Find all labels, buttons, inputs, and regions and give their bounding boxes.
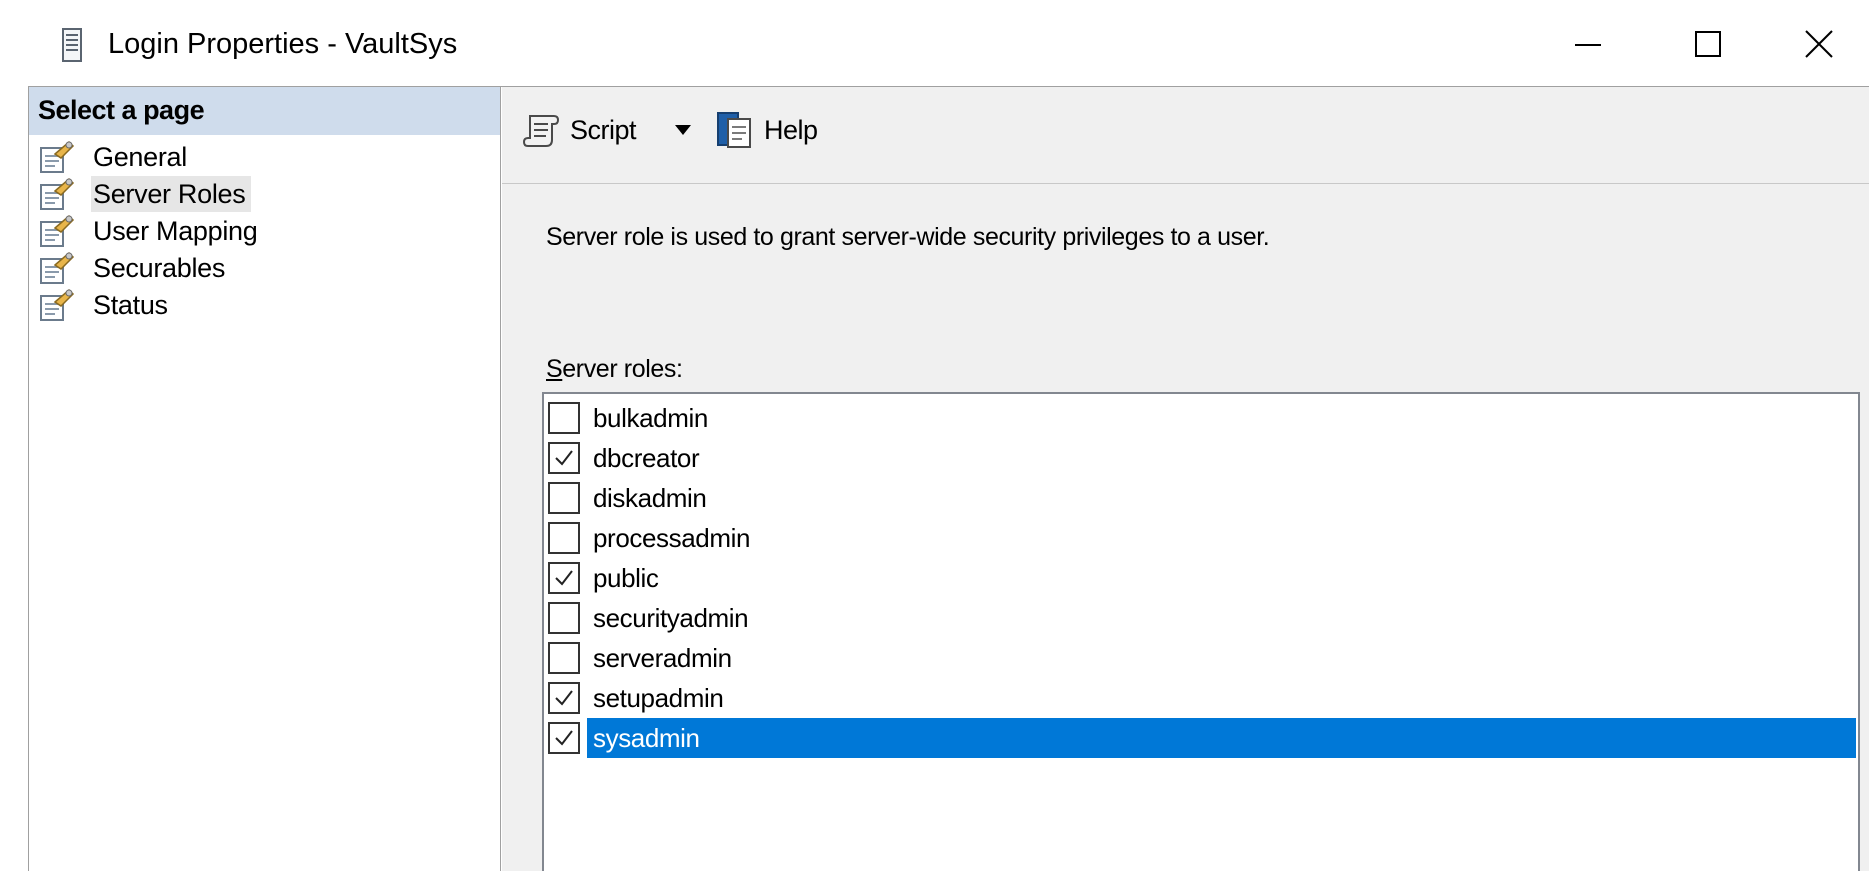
sidebar-item-securables[interactable]: Securables bbox=[39, 248, 231, 288]
role-name: processadmin bbox=[593, 523, 751, 553]
maximize-button[interactable] bbox=[1648, 0, 1768, 88]
script-button[interactable]: Script bbox=[522, 109, 637, 151]
server-roles-list[interactable]: bulkadmin dbcreator diskadmin processadm… bbox=[542, 392, 1860, 871]
role-checkbox[interactable] bbox=[548, 682, 580, 714]
role-checkbox[interactable] bbox=[548, 722, 580, 754]
roles-label-mnemonic: S bbox=[546, 355, 563, 383]
page-wrench-icon bbox=[40, 251, 75, 284]
role-item-public[interactable]: public bbox=[548, 558, 1856, 598]
chevron-down-icon bbox=[675, 125, 691, 135]
sidebar-item-server-roles[interactable]: Server Roles bbox=[39, 174, 252, 214]
role-item-dbcreator[interactable]: dbcreator bbox=[548, 438, 1856, 478]
role-checkbox[interactable] bbox=[548, 562, 580, 594]
role-checkbox[interactable] bbox=[548, 642, 580, 674]
sidebar-item-label: Status bbox=[93, 290, 168, 320]
sidebar-item-label: Securables bbox=[93, 253, 226, 283]
script-dropdown-button[interactable] bbox=[674, 119, 700, 141]
content-pane: Script Help Server role is used to grant… bbox=[502, 87, 1869, 871]
role-checkbox[interactable] bbox=[548, 602, 580, 634]
roles-label-text: erver roles: bbox=[562, 355, 683, 383]
role-name: bulkadmin bbox=[593, 403, 708, 433]
close-button[interactable] bbox=[1768, 0, 1869, 88]
role-item-securityadmin[interactable]: securityadmin bbox=[548, 598, 1856, 638]
sidebar-item-user-mapping[interactable]: User Mapping bbox=[39, 211, 263, 251]
script-label: Script bbox=[570, 114, 637, 145]
role-name: dbcreator bbox=[593, 443, 700, 473]
title-bar: Login Properties - VaultSys bbox=[0, 0, 1869, 88]
help-button[interactable]: Help bbox=[714, 109, 818, 151]
window-title: Login Properties - VaultSys bbox=[108, 28, 458, 60]
page-wrench-icon bbox=[40, 288, 75, 321]
help-label: Help bbox=[764, 114, 818, 145]
sidebar-item-label: Server Roles bbox=[91, 176, 252, 212]
role-checkbox[interactable] bbox=[548, 522, 580, 554]
page-description: Server role is used to grant server-wide… bbox=[546, 223, 1270, 251]
role-name: securityadmin bbox=[593, 603, 749, 633]
maximize-icon bbox=[1695, 31, 1721, 57]
role-checkbox[interactable] bbox=[548, 402, 580, 434]
role-item-serveradmin[interactable]: serveradmin bbox=[548, 638, 1856, 678]
role-item-setupadmin[interactable]: setupadmin bbox=[548, 678, 1856, 718]
role-item-sysadmin[interactable]: sysadmin bbox=[548, 718, 1856, 758]
script-icon bbox=[522, 115, 560, 147]
role-name: sysadmin bbox=[587, 718, 1856, 758]
close-icon bbox=[1804, 30, 1833, 58]
server-roles-label: Server roles: bbox=[546, 352, 683, 386]
page-wrench-icon bbox=[40, 177, 75, 210]
help-icon bbox=[717, 112, 751, 148]
role-item-processadmin[interactable]: processadmin bbox=[548, 518, 1856, 558]
sidebar-item-label: General bbox=[93, 142, 187, 172]
sidebar-item-general[interactable]: General bbox=[39, 137, 193, 177]
role-item-diskadmin[interactable]: diskadmin bbox=[548, 478, 1856, 518]
page-wrench-icon bbox=[40, 140, 75, 173]
role-name: diskadmin bbox=[593, 483, 707, 513]
role-checkbox[interactable] bbox=[548, 482, 580, 514]
select-page-title: Select a page bbox=[38, 95, 205, 125]
server-icon bbox=[62, 28, 82, 62]
role-name: setupadmin bbox=[593, 683, 724, 713]
sidebar-item-label: User Mapping bbox=[93, 216, 258, 246]
role-name: serveradmin bbox=[593, 643, 732, 673]
page-wrench-icon bbox=[40, 214, 75, 247]
role-name: public bbox=[593, 563, 659, 593]
checkmark-icon bbox=[555, 570, 573, 586]
role-checkbox[interactable] bbox=[548, 442, 580, 474]
checkmark-icon bbox=[555, 690, 573, 706]
role-item-bulkadmin[interactable]: bulkadmin bbox=[548, 398, 1856, 438]
select-page-header: Select a page bbox=[29, 87, 500, 135]
checkmark-icon bbox=[555, 730, 573, 746]
toolbar: Script Help bbox=[502, 87, 1869, 184]
sidebar-item-status[interactable]: Status bbox=[39, 285, 174, 325]
minimize-icon bbox=[1575, 44, 1601, 46]
page-selector-pane: Select a page General Server Roles User … bbox=[29, 87, 501, 871]
minimize-button[interactable] bbox=[1528, 0, 1648, 88]
checkmark-icon bbox=[555, 450, 573, 466]
